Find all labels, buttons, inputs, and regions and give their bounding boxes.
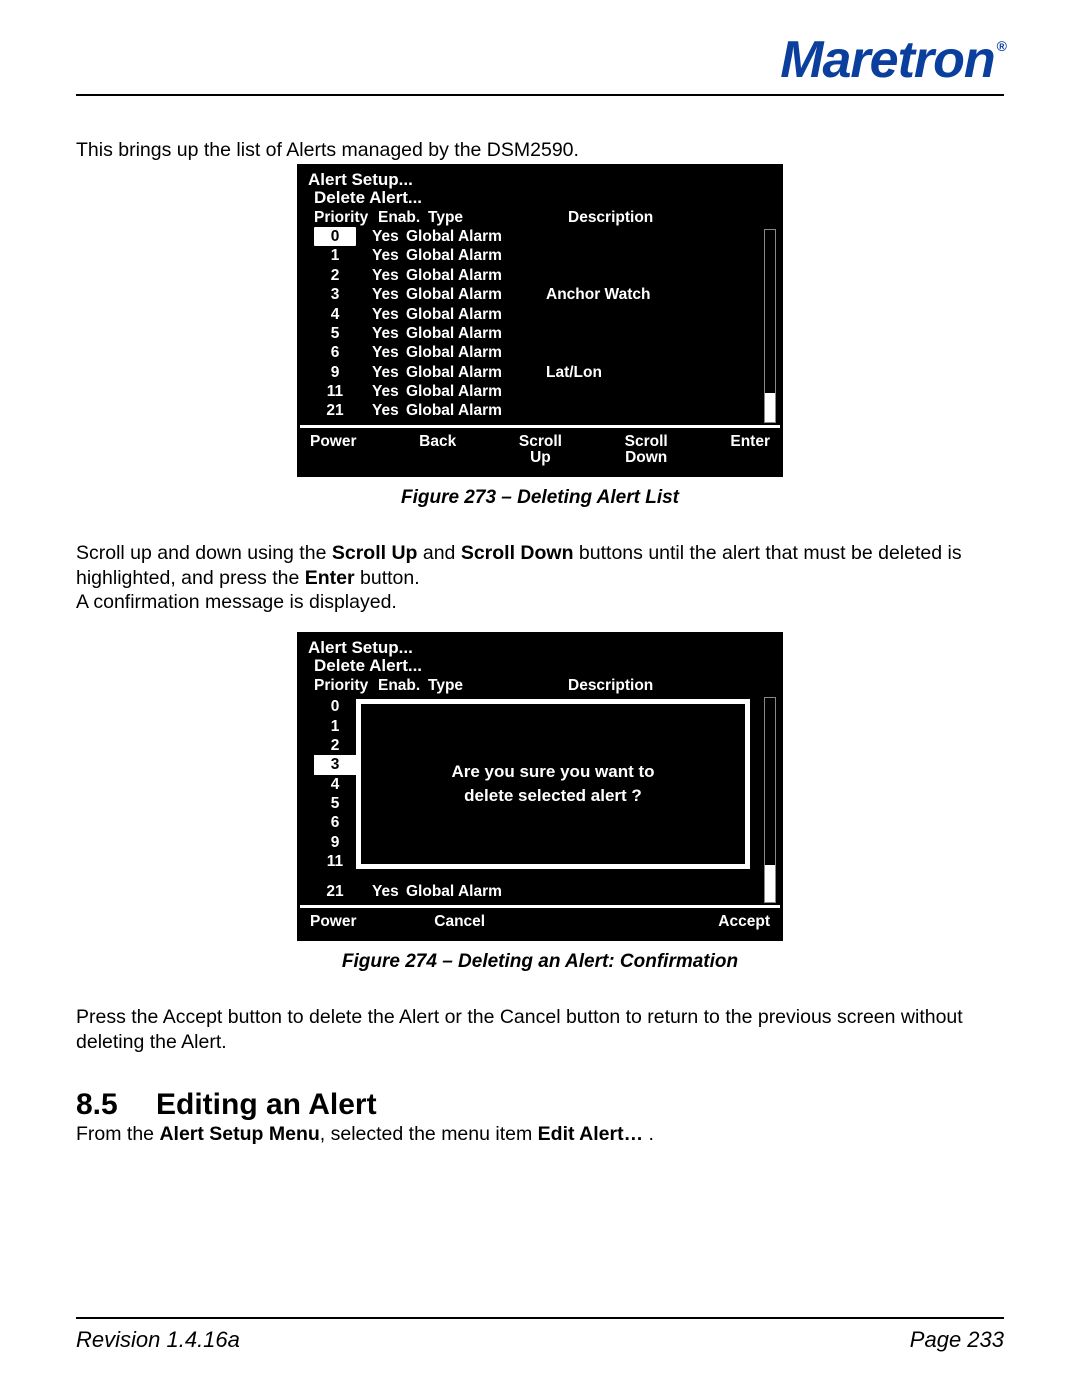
scrollbar-thumb[interactable] (765, 865, 775, 902)
column-headers: Priority Enab. Type Description (308, 209, 772, 227)
alert-rows: 0YesGlobal Alarm1YesGlobal Alarm2YesGlob… (308, 227, 772, 421)
brand-name: Maretron (780, 31, 994, 89)
col-priority: Priority (314, 209, 378, 227)
table-row[interactable]: 0YesGlobal Alarm (314, 227, 772, 246)
priority-cell: 3 (314, 755, 356, 774)
reg-mark: ® (997, 38, 1006, 54)
table-row[interactable]: 2YesGlobal Alarm (314, 266, 772, 285)
col-enab: Enab. (378, 209, 428, 227)
table-row[interactable]: 5YesGlobal Alarm (314, 324, 772, 343)
softkey-row: Power Cancel Accept (300, 908, 780, 938)
table-row[interactable]: 9YesGlobal AlarmLat/Lon (314, 363, 772, 382)
softkey-cancel[interactable]: Cancel (434, 914, 485, 930)
softkey-scroll-down[interactable]: ScrollDown (625, 434, 668, 467)
scrollbar[interactable] (764, 229, 776, 423)
after-text: Press the Accept button to delete the Al… (76, 1005, 1004, 1054)
confirm-dialog: Are you sure you want to delete selected… (356, 699, 750, 869)
table-row[interactable]: 4YesGlobal Alarm (314, 305, 772, 324)
table-row[interactable]: 1YesGlobal Alarm (314, 246, 772, 265)
breadcrumb-2: Delete Alert... (308, 657, 772, 675)
header-rule (76, 94, 1004, 96)
softkey-accept[interactable]: Accept (718, 914, 770, 930)
section-heading: 8.5Editing an Alert (76, 1088, 1004, 1122)
intro-text: This brings up the list of Alerts manage… (76, 138, 1004, 162)
breadcrumb-1: Alert Setup... (308, 171, 772, 189)
col-priority: Priority (314, 677, 378, 695)
priority-cell: 9 (314, 833, 356, 852)
brand-logo: Maretron® (76, 30, 1004, 90)
softkey-enter[interactable]: Enter (730, 434, 770, 467)
softkey-back[interactable]: Back (419, 434, 456, 467)
dialog-line1: Are you sure you want to (451, 762, 654, 782)
instruction-paragraph: Scroll up and down using the Scroll Up a… (76, 541, 1004, 590)
column-headers: Priority Enab. Type Description (308, 677, 772, 695)
breadcrumb-1: Alert Setup... (308, 639, 772, 657)
priority-cell: 2 (314, 736, 356, 755)
col-desc: Description (568, 677, 772, 695)
section-number: 8.5 (76, 1088, 156, 1122)
page-number: Page 233 (910, 1327, 1004, 1353)
figure-caption-274: Figure 274 – Deleting an Alert: Confirma… (76, 951, 1004, 973)
col-enab: Enab. (378, 677, 428, 695)
priority-cell: 5 (314, 794, 356, 813)
priority-cell: 1 (314, 717, 356, 736)
softkey-power[interactable]: Power (310, 914, 357, 930)
table-row[interactable]: 6YesGlobal Alarm (314, 343, 772, 362)
softkey-power[interactable]: Power (310, 434, 357, 467)
scrollbar-thumb[interactable] (765, 393, 775, 422)
footer-rule (76, 1317, 1004, 1319)
table-row[interactable]: 11YesGlobal Alarm (314, 382, 772, 401)
device-screen-alert-list: Alert Setup... Delete Alert... Priority … (297, 164, 783, 477)
softkey-row: Power Back ScrollUp ScrollDown Enter (300, 428, 780, 475)
last-visible-row: 21 Yes Global Alarm (314, 883, 546, 901)
priority-cell: 0 (314, 697, 356, 716)
dialog-line2: delete selected alert ? (464, 786, 642, 806)
device-screen-confirm: Alert Setup... Delete Alert... Priority … (297, 632, 783, 941)
breadcrumb-2: Delete Alert... (308, 189, 772, 207)
priority-cell: 11 (314, 852, 356, 871)
section-title: Editing an Alert (156, 1088, 377, 1121)
revision-label: Revision 1.4.16a (76, 1327, 240, 1353)
col-type: Type (428, 677, 568, 695)
col-desc: Description (568, 209, 772, 227)
figure-caption-273: Figure 273 – Deleting Alert List (76, 487, 1004, 509)
page-footer: Revision 1.4.16a Page 233 (76, 1317, 1004, 1353)
softkey-scroll-up[interactable]: ScrollUp (519, 434, 562, 467)
section-body: From the Alert Setup Menu, selected the … (76, 1122, 1004, 1146)
table-row[interactable]: 21YesGlobal Alarm (314, 401, 772, 420)
priority-cell: 6 (314, 813, 356, 832)
priority-column: 0123456911 (314, 697, 356, 871)
col-type: Type (428, 209, 568, 227)
confirmation-line: A confirmation message is displayed. (76, 590, 1004, 614)
scrollbar[interactable] (764, 697, 776, 903)
priority-cell: 4 (314, 775, 356, 794)
table-row[interactable]: 3YesGlobal AlarmAnchor Watch (314, 285, 772, 304)
